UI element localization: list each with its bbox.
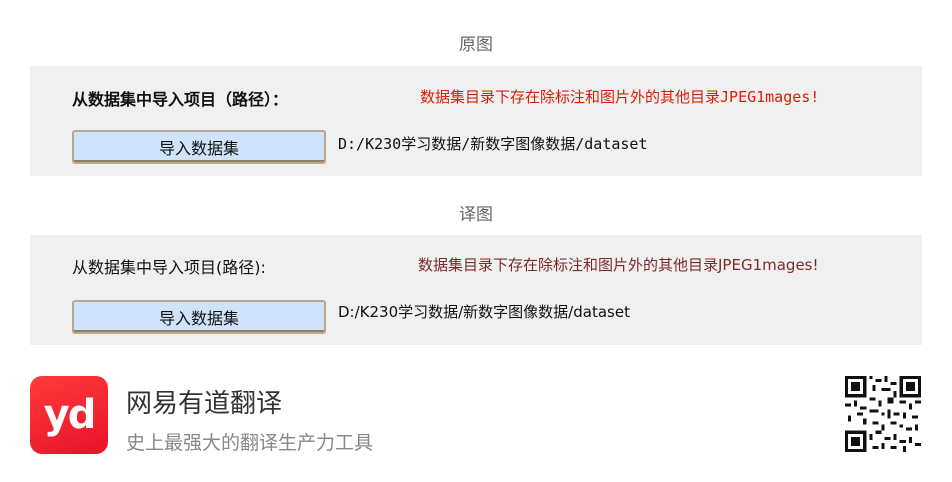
translated-section-title: 译图 [459,205,493,225]
dataset-path-label: D:/K230学习数据/新数字图像数据/dataset [338,135,648,153]
youdao-logo: yd [30,376,108,454]
warning-message: 数据集目录下存在除标注和图片外的其他目录JPEG1mages! [420,88,820,106]
brand-slogan: 史上最强大的翻译生产力工具 [126,432,374,454]
import-dataset-button[interactable]: 导入数据集 [72,300,326,334]
logo-text: yd [43,392,97,438]
original-section-title: 原图 [459,35,493,55]
import-dataset-button[interactable]: 导入数据集 [72,130,326,164]
warning-message: 数据集目录下存在除标注和图片外的其他目录JPEG1mages! [418,256,819,274]
dataset-path-label: D:/K230学习数据/新数字图像数据/dataset [338,303,630,321]
original-panel: 从数据集中导入项目（路径）： 数据集目录下存在除标注和图片外的其他目录JPEG1… [30,66,922,176]
import-prompt-label: 从数据集中导入项目(路径): [72,258,266,277]
brand-name: 网易有道翻译 [126,389,283,419]
translated-panel: 从数据集中导入项目(路径): 数据集目录下存在除标注和图片外的其他目录JPEG1… [30,235,922,345]
import-prompt-label: 从数据集中导入项目（路径）： [72,90,289,109]
qr-code-icon [845,376,921,452]
